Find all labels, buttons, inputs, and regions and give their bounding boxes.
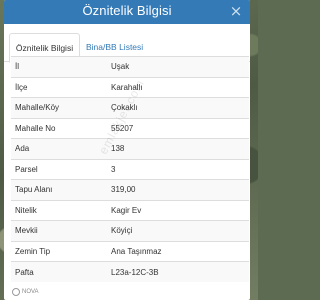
table-row: Tapu Alanı 319,00	[11, 179, 249, 200]
attribute-value: Ana Taşınmaz	[107, 240, 249, 262]
table-row: Mevkii Köyiçi	[11, 220, 249, 241]
brand-logo: NOVA	[12, 288, 39, 296]
attribute-value: Kagir Ev	[107, 199, 249, 221]
table-row: İlçe Karahallı	[11, 76, 249, 98]
modal-header: Öznitelik Bilgisi ×	[4, 0, 250, 24]
table-row: Parsel 3	[11, 158, 249, 180]
attribute-key: İlçe	[11, 76, 107, 98]
attribute-key: Mahalle No	[11, 117, 107, 139]
attribute-value: L23a-12C-3B	[107, 261, 249, 282]
attribute-key: Tapu Alanı	[11, 179, 107, 200]
attribute-key: Ada	[11, 138, 107, 159]
logo-text: NOVA	[22, 289, 39, 295]
table-row: Nitelik Kagir Ev	[11, 199, 249, 221]
attribute-key: Mahalle/Köy	[11, 97, 107, 118]
attribute-key: Pafta	[11, 261, 107, 282]
table-row: Ada 138	[11, 138, 249, 159]
attribute-value: 55207	[107, 117, 249, 139]
logo-mark-icon	[12, 288, 20, 296]
attribute-key: Nitelik	[11, 199, 107, 221]
table-row: Mahalle/Köy Çokaklı	[11, 97, 249, 118]
attribute-key: İl	[11, 56, 107, 77]
close-icon[interactable]: ×	[227, 2, 245, 20]
table-row: Pafta L23a-12C-3B	[11, 261, 249, 282]
attribute-info-modal: Öznitelik Bilgisi × Öznitelik Bilgisi Bi…	[4, 0, 250, 300]
modal-title: Öznitelik Bilgisi	[82, 3, 172, 18]
attribute-key: Mevkii	[11, 220, 107, 241]
attribute-value: Karahallı	[107, 76, 249, 98]
attribute-table: İl Uşak İlçe Karahallı Mahalle/Köy Çokaklı Mah…	[11, 56, 249, 282]
attribute-key: Parsel	[11, 158, 107, 180]
table-row: Zemin Tip Ana Taşınmaz	[11, 240, 249, 262]
table-row: İl Uşak	[11, 56, 249, 77]
attribute-value: Köyiçi	[107, 220, 249, 241]
attribute-value: 138	[107, 138, 249, 159]
table-row: Mahalle No 55207	[11, 117, 249, 139]
attribute-value: Uşak	[107, 56, 249, 77]
attribute-value: 319,00	[107, 179, 249, 200]
attribute-value: 3	[107, 158, 249, 180]
attribute-value: Çokaklı	[107, 97, 249, 118]
attribute-key: Zemin Tip	[11, 240, 107, 262]
